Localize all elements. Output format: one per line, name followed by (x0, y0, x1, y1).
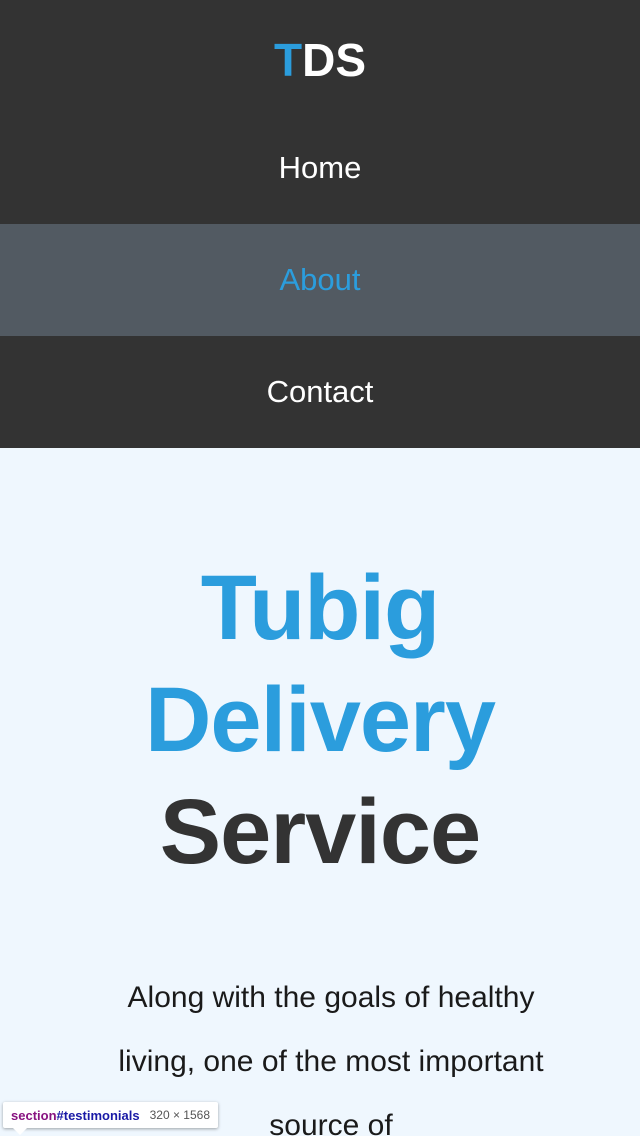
devtools-element-tooltip: section #testimonials 320 × 1568 (3, 1102, 219, 1135)
page: T DS Home About Contact Tubig Delivery Se… (0, 0, 640, 1136)
nav-item-home[interactable]: Home (0, 112, 640, 224)
tooltip-tag: section (11, 1107, 57, 1123)
main-nav: Home About Contact (0, 112, 640, 448)
tooltip-id: #testimonials (56, 1107, 140, 1123)
hero-title-line-1: Tubig (200, 557, 441, 659)
nav-item-about[interactable]: About (0, 224, 640, 336)
hero-title-line-3: Service (159, 781, 481, 883)
hero-title-line-2: Delivery (144, 669, 496, 771)
hero-title: Tubig Delivery Service (0, 552, 640, 888)
hero-section: Tubig Delivery Service Along with the go… (0, 448, 640, 1136)
nav-item-contact[interactable]: Contact (0, 336, 640, 448)
logo-rest: DS (302, 34, 366, 86)
site-header: T DS Home About Contact (0, 0, 640, 448)
site-logo[interactable]: T DS (0, 0, 640, 124)
logo-accent-letter: T (273, 34, 303, 86)
tooltip-dimensions: 320 × 1568 (149, 1108, 211, 1122)
tooltip-arrow-icon (13, 1128, 27, 1135)
